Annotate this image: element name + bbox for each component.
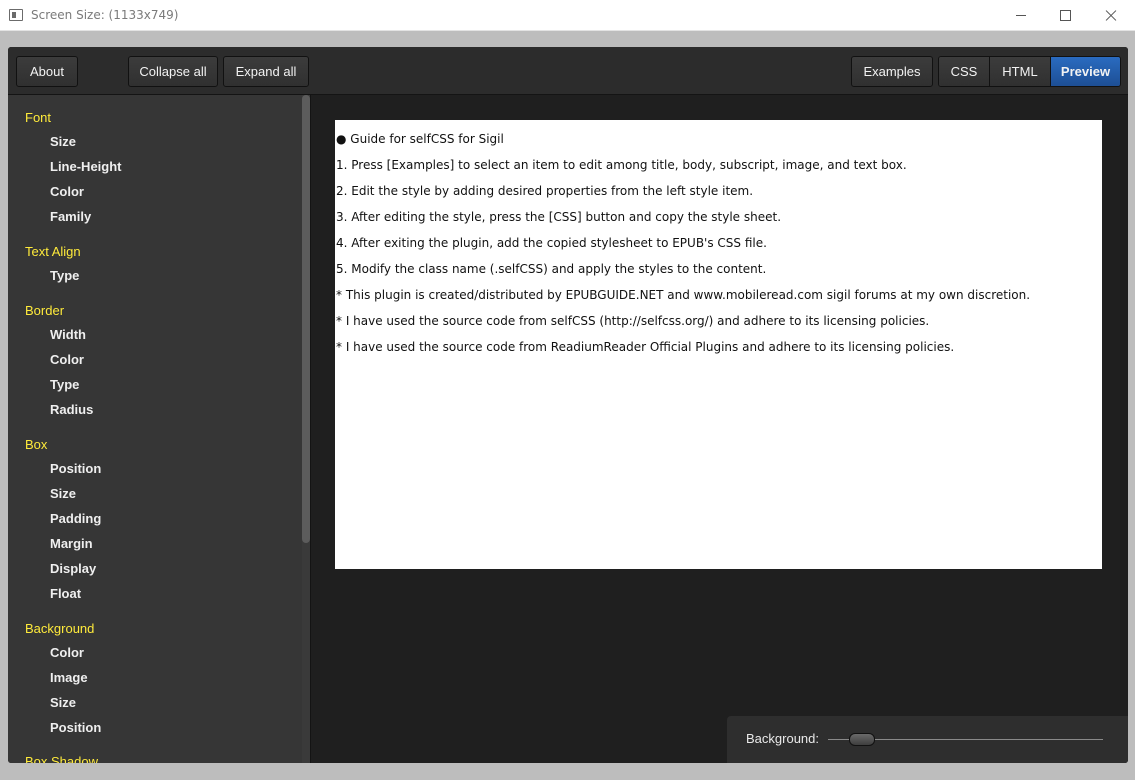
border-width-item[interactable]: Width: [50, 327, 86, 342]
font-family-item[interactable]: Family: [50, 209, 91, 224]
background-slider-handle[interactable]: [849, 733, 875, 746]
font-line-height-item[interactable]: Line-Height: [50, 159, 122, 174]
background-control-panel: Background:: [727, 716, 1128, 763]
sidebar-scrollbar[interactable]: [302, 95, 310, 763]
background-size-item[interactable]: Size: [50, 695, 76, 710]
preview-line: 5. Modify the class name (.selfCSS) and …: [336, 262, 767, 276]
sidebar-scroll-thumb[interactable]: [302, 95, 310, 543]
box-display-item[interactable]: Display: [50, 561, 96, 576]
style-sidebar: Font Size Line-Height Color Family Text …: [8, 95, 310, 763]
font-color-item[interactable]: Color: [50, 184, 84, 199]
text-align-type-item[interactable]: Type: [50, 268, 79, 283]
group-box[interactable]: Box: [25, 437, 47, 452]
preview-area: ● Guide for selfCSS for Sigil 1. Press […: [311, 95, 1128, 763]
preview-line: 1. Press [Examples] to select an item to…: [336, 158, 907, 172]
preview-line: * This plugin is created/distributed by …: [336, 288, 1031, 302]
app-window-icon: [9, 9, 23, 21]
window-title: Screen Size: (1133x749): [31, 8, 179, 22]
html-tab[interactable]: HTML: [990, 57, 1051, 86]
preview-line: ● Guide for selfCSS for Sigil: [336, 132, 504, 146]
border-color-item[interactable]: Color: [50, 352, 84, 367]
minimize-icon[interactable]: [998, 0, 1044, 31]
close-icon[interactable]: [1088, 0, 1134, 31]
box-margin-item[interactable]: Margin: [50, 536, 93, 551]
group-border[interactable]: Border: [25, 303, 64, 318]
group-text-align[interactable]: Text Align: [25, 244, 81, 259]
font-size-item[interactable]: Size: [50, 134, 76, 149]
preview-page: ● Guide for selfCSS for Sigil 1. Press […: [335, 120, 1102, 569]
border-radius-item[interactable]: Radius: [50, 402, 93, 417]
examples-button[interactable]: Examples: [851, 56, 933, 87]
preview-line: * I have used the source code from selfC…: [336, 314, 930, 328]
box-padding-item[interactable]: Padding: [50, 511, 101, 526]
window-title-bar: Screen Size: (1133x749): [0, 0, 1135, 31]
preview-line: 3. After editing the style, press the [C…: [336, 210, 782, 224]
group-background[interactable]: Background: [25, 621, 94, 636]
box-position-item[interactable]: Position: [50, 461, 101, 476]
background-color-item[interactable]: Color: [50, 645, 84, 660]
view-mode-switch: CSS HTML Preview: [938, 56, 1121, 87]
group-box-shadow[interactable]: Box Shadow: [25, 754, 98, 763]
box-float-item[interactable]: Float: [50, 586, 81, 601]
toolbar: About Collapse all Expand all Examples C…: [8, 47, 1128, 95]
preview-line: * I have used the source code from Readi…: [336, 340, 955, 354]
app-frame: About Collapse all Expand all Examples C…: [8, 47, 1128, 763]
background-image-item[interactable]: Image: [50, 670, 88, 685]
preview-line: 2. Edit the style by adding desired prop…: [336, 184, 754, 198]
background-position-item[interactable]: Position: [50, 720, 101, 735]
box-size-item[interactable]: Size: [50, 486, 76, 501]
css-tab[interactable]: CSS: [939, 57, 990, 86]
collapse-all-button[interactable]: Collapse all: [128, 56, 218, 87]
expand-all-button[interactable]: Expand all: [223, 56, 309, 87]
maximize-icon[interactable]: [1042, 0, 1088, 31]
preview-line: 4. After exiting the plugin, add the cop…: [336, 236, 767, 250]
preview-tab[interactable]: Preview: [1051, 57, 1120, 86]
group-font[interactable]: Font: [25, 110, 51, 125]
border-type-item[interactable]: Type: [50, 377, 79, 392]
about-button[interactable]: About: [16, 56, 78, 87]
background-label: Background:: [746, 731, 819, 746]
